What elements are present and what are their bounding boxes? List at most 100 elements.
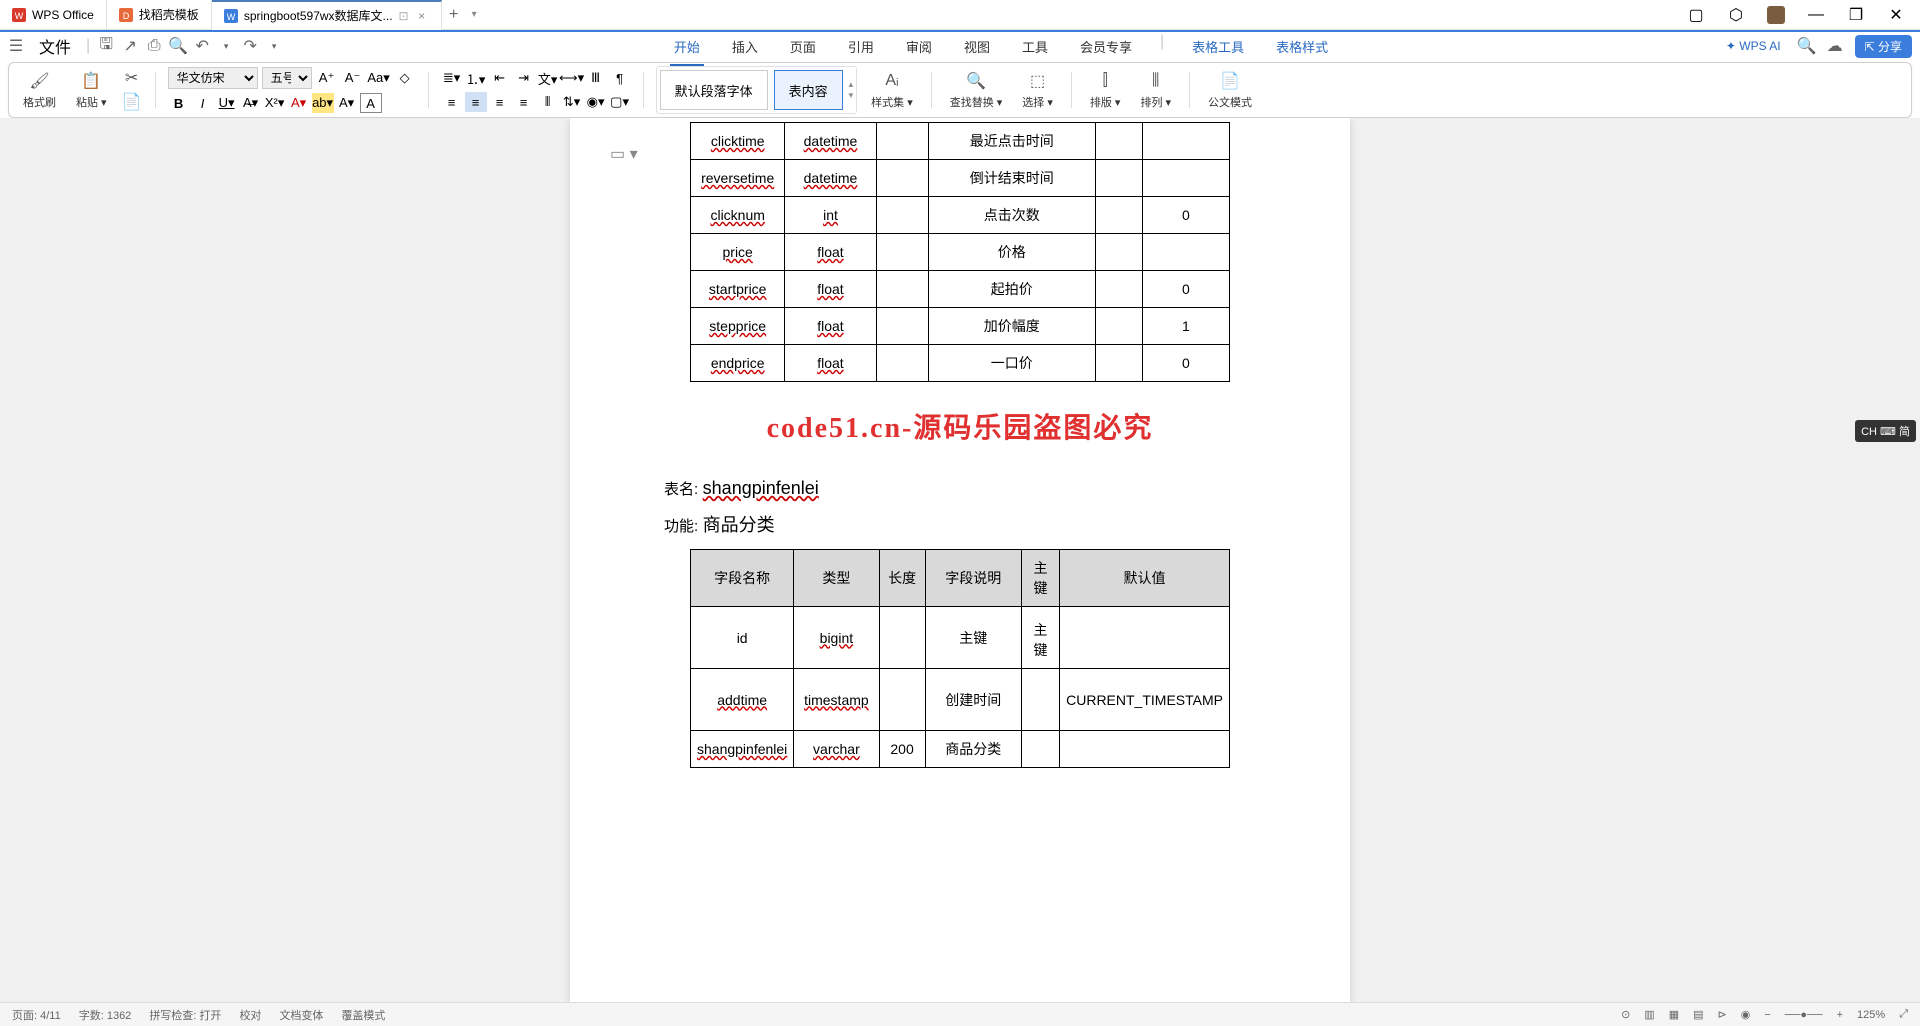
table-cell[interactable]: 0 [1142,197,1229,234]
superscript-button[interactable]: X²▾ [264,93,286,113]
table-cell[interactable]: 倒计结束时间 [928,160,1095,197]
table-cell[interactable] [1021,731,1059,768]
status-mode[interactable]: 覆盖模式 [341,1007,385,1023]
preview-icon[interactable]: 🔍 [170,38,186,54]
show-marks-icon[interactable]: ¶ [609,68,631,88]
tab-dropdown-icon[interactable]: ▾ [466,9,477,20]
table-cell[interactable]: varchar [794,731,879,768]
table-cell[interactable]: 点击次数 [928,197,1095,234]
table-header[interactable]: 长度 [879,550,925,607]
gov-mode-group[interactable]: 📄 公文模式 [1202,70,1258,110]
status-icon-1[interactable]: ⊙ [1621,1008,1630,1021]
table-cell[interactable]: float [785,234,876,271]
copy-icon[interactable]: 📄 [121,91,143,113]
table-cell[interactable]: 商品分类 [925,731,1021,768]
table-cell[interactable] [1060,607,1230,669]
table-cell[interactable]: endprice [691,345,785,382]
table-cell[interactable] [879,669,925,731]
document-area[interactable]: ▭ ▾ clicktimedatetime最近点击时间reversetimeda… [0,118,1920,1002]
decrease-font-icon[interactable]: A⁻ [342,68,364,88]
tab-wps-home[interactable]: W WPS Office [0,0,107,30]
table-cell[interactable] [1095,345,1142,382]
table-cell[interactable] [1142,234,1229,271]
char-border-button[interactable]: A [360,93,382,113]
status-icon-3[interactable]: ▦ [1669,1008,1679,1021]
asian-layout-icon[interactable]: ⟷▾ [561,68,583,88]
menu-tab-tools[interactable]: 工具 [1018,33,1052,60]
table-header[interactable]: 类型 [794,550,879,607]
table-1[interactable]: clicktimedatetime最近点击时间reversetimedateti… [690,122,1230,382]
page-nav-tool[interactable]: ▭ ▾ [610,144,638,164]
clear-format-icon[interactable]: ◇ [394,68,416,88]
menu-tab-member[interactable]: 会员专享 [1076,33,1136,60]
table-2[interactable]: 字段名称类型长度字段说明主键默认值 idbigint主键主键addtimetim… [690,549,1230,768]
table-cell[interactable] [1095,234,1142,271]
share-button[interactable]: ⇱ 分享 [1855,35,1912,58]
table-cell[interactable]: startprice [691,271,785,308]
table-cell[interactable]: int [785,197,876,234]
zoom-in-icon[interactable]: + [1837,1009,1843,1021]
table-cell[interactable]: clicktime [691,123,785,160]
table-cell[interactable] [876,308,928,345]
style-down-icon[interactable]: ▾ [849,90,854,101]
ime-badge[interactable]: CH ⌨ 简 [1855,420,1916,442]
table-cell[interactable]: addtime [691,669,794,731]
close-window-button[interactable]: ✕ [1884,3,1908,27]
status-proof[interactable]: 校对 [239,1007,261,1023]
table-cell[interactable]: datetime [785,123,876,160]
style-up-icon[interactable]: ▴ [849,79,854,90]
highlight-button[interactable]: ab▾ [312,93,334,113]
font-color-button[interactable]: A▾ [288,93,310,113]
align-justify-icon[interactable]: ≡ [513,92,535,112]
table-cell[interactable]: 主键 [925,607,1021,669]
table-cell[interactable]: float [785,271,876,308]
find-replace-group[interactable]: 🔍 查找替换 ▾ [944,70,1009,110]
cloud-icon[interactable]: ☁ [1827,38,1843,54]
table-cell[interactable]: price [691,234,785,271]
table-cell[interactable]: shangpinfenlei [691,731,794,768]
status-spell[interactable]: 拼写检查: 打开 [149,1007,221,1023]
line-spacing-icon[interactable]: ⇅▾ [561,92,583,112]
table-cell[interactable]: 创建时间 [925,669,1021,731]
table-header[interactable]: 字段说明 [925,550,1021,607]
table-cell[interactable]: 一口价 [928,345,1095,382]
zoom-slider[interactable]: ──●── [1785,1009,1823,1021]
avatar-icon[interactable] [1764,3,1788,27]
wps-ai-button[interactable]: ✦ WPS AI [1720,37,1787,55]
table-cell[interactable] [876,197,928,234]
number-list-icon[interactable]: ⒈▾ [465,68,487,88]
table-cell[interactable] [1142,123,1229,160]
distribute-icon[interactable]: ⫴ [537,92,559,112]
shading-button[interactable]: A▾ [336,93,358,113]
table-cell[interactable]: datetime [785,160,876,197]
table-cell[interactable]: 0 [1142,271,1229,308]
layout-horizontal-group[interactable]: ⫼ 排列 ▾ [1134,70,1177,110]
styles-group[interactable]: Aᵢ 样式集 ▾ [865,70,919,110]
status-comments[interactable]: 文档变体 [279,1007,323,1023]
maximize-button[interactable]: ❐ [1844,3,1868,27]
border-icon[interactable]: ▢▾ [609,92,631,112]
table-cell[interactable]: 200 [879,731,925,768]
window-icon-1[interactable]: ▢ [1684,3,1708,27]
italic-button[interactable]: I [192,93,214,113]
table-cell[interactable] [1095,197,1142,234]
table-header[interactable]: 默认值 [1060,550,1230,607]
table-cell[interactable] [1095,271,1142,308]
tab-pin-icon[interactable]: ⊡ [399,9,409,23]
print-icon[interactable]: ⎙ [146,38,162,54]
close-icon[interactable]: × [415,9,429,23]
change-case-icon[interactable]: Aa▾ [368,68,390,88]
export-icon[interactable]: ↗ [122,38,138,54]
status-icon-4[interactable]: ▤ [1693,1008,1703,1021]
table-cell[interactable] [1095,123,1142,160]
table-cell[interactable]: 起拍价 [928,271,1095,308]
text-direction-icon[interactable]: 文▾ [537,68,559,88]
menu-tab-table-tools[interactable]: 表格工具 [1188,33,1248,60]
bg-color-icon[interactable]: ◉▾ [585,92,607,112]
paste-group[interactable]: 📋 粘贴 ▾ [70,70,113,110]
style-default-paragraph[interactable]: 默认段落字体 [660,70,768,110]
table-cell[interactable]: 主键 [1021,607,1059,669]
status-icon-2[interactable]: ▥ [1644,1008,1654,1021]
table-cell[interactable]: 加价幅度 [928,308,1095,345]
table-cell[interactable]: 0 [1142,345,1229,382]
